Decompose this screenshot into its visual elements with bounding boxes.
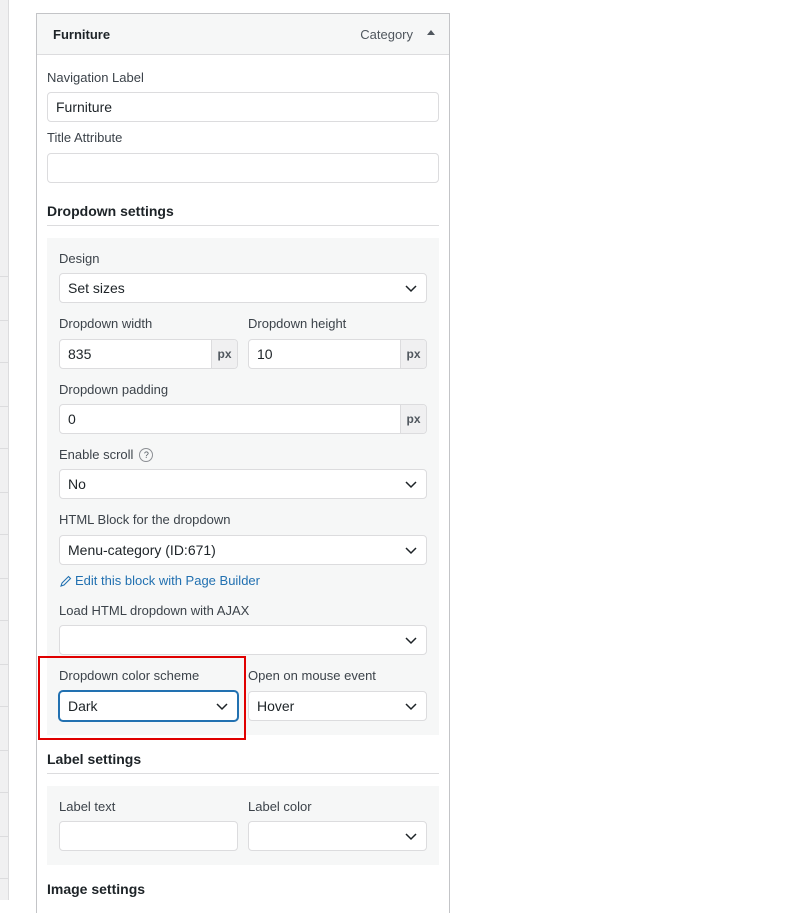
enable-scroll-label-row: Enable scroll? [59, 447, 154, 462]
navigation-label-input[interactable]: Furniture [47, 92, 439, 122]
ajax-select[interactable] [59, 625, 427, 655]
gutter-divider [0, 492, 9, 493]
highlight-annotation [38, 656, 246, 740]
chevron-down-icon [405, 481, 417, 489]
label-color-select[interactable] [248, 821, 427, 851]
design-select[interactable]: Set sizes [59, 273, 427, 303]
title-attribute-input[interactable] [47, 153, 439, 183]
gutter-divider [0, 836, 9, 837]
edit-block-link[interactable]: Edit this block with Page Builder [60, 573, 260, 588]
menu-item-title: Furniture [53, 27, 111, 42]
dropdown-height-input[interactable]: 10 px [248, 339, 427, 369]
gutter-divider [0, 448, 9, 449]
gutter-divider [0, 406, 9, 407]
dropdown-height-label: Dropdown height [248, 316, 347, 331]
label-text-input[interactable] [59, 821, 238, 851]
gutter-divider [0, 792, 9, 793]
html-block-value: Menu-category (ID:671) [68, 542, 216, 558]
collapse-arrow-icon[interactable] [423, 25, 439, 41]
chevron-down-icon [405, 547, 417, 555]
enable-scroll-value: No [68, 476, 86, 492]
label-settings-heading: Label settings [47, 751, 439, 774]
design-label: Design [59, 251, 100, 266]
title-attribute-label: Title Attribute [47, 130, 123, 145]
dropdown-width-input[interactable]: 835 px [59, 339, 238, 369]
mouse-event-label: Open on mouse event [248, 668, 376, 683]
enable-scroll-select[interactable]: No [59, 469, 427, 499]
label-color-label: Label color [248, 799, 312, 814]
gutter-divider [0, 362, 9, 363]
gutter-divider [0, 878, 9, 879]
ajax-label: Load HTML dropdown with AJAX [59, 603, 250, 618]
html-block-label: HTML Block for the dropdown [59, 512, 231, 527]
chevron-down-icon [405, 285, 417, 293]
mouse-event-select[interactable]: Hover [248, 691, 427, 721]
gutter-divider [0, 320, 9, 321]
chevron-down-icon [405, 833, 417, 841]
label-text-label: Label text [59, 799, 116, 814]
px-unit: px [211, 340, 237, 368]
chevron-down-icon [405, 703, 417, 711]
menu-item-header[interactable]: Furniture Category [37, 14, 449, 55]
html-block-select[interactable]: Menu-category (ID:671) [59, 535, 427, 565]
dropdown-settings-heading: Dropdown settings [47, 203, 439, 226]
pencil-icon [60, 575, 72, 587]
gutter-divider [0, 706, 9, 707]
enable-scroll-label: Enable scroll [59, 447, 134, 462]
gutter-divider [0, 664, 9, 665]
px-unit: px [400, 405, 426, 433]
dropdown-padding-value: 0 [68, 411, 76, 427]
gutter-divider [0, 750, 9, 751]
gutter-divider [0, 578, 9, 579]
dropdown-height-value: 10 [257, 346, 273, 362]
gutter-divider [0, 534, 9, 535]
edit-block-link-text: Edit this block with Page Builder [75, 573, 260, 588]
left-gutter [0, 0, 9, 900]
design-value: Set sizes [68, 280, 125, 296]
dropdown-padding-input[interactable]: 0 px [59, 404, 427, 434]
mouse-event-value: Hover [257, 698, 295, 714]
navigation-label-label: Navigation Label [47, 70, 144, 85]
gutter-divider [0, 276, 9, 277]
chevron-down-icon [405, 637, 417, 645]
px-unit: px [400, 340, 426, 368]
dropdown-width-label: Dropdown width [59, 316, 153, 331]
dropdown-padding-label: Dropdown padding [59, 382, 169, 397]
menu-item-type: Category [360, 27, 413, 42]
gutter-divider [0, 620, 9, 621]
dropdown-width-value: 835 [68, 346, 92, 362]
help-icon[interactable]: ? [139, 448, 154, 462]
